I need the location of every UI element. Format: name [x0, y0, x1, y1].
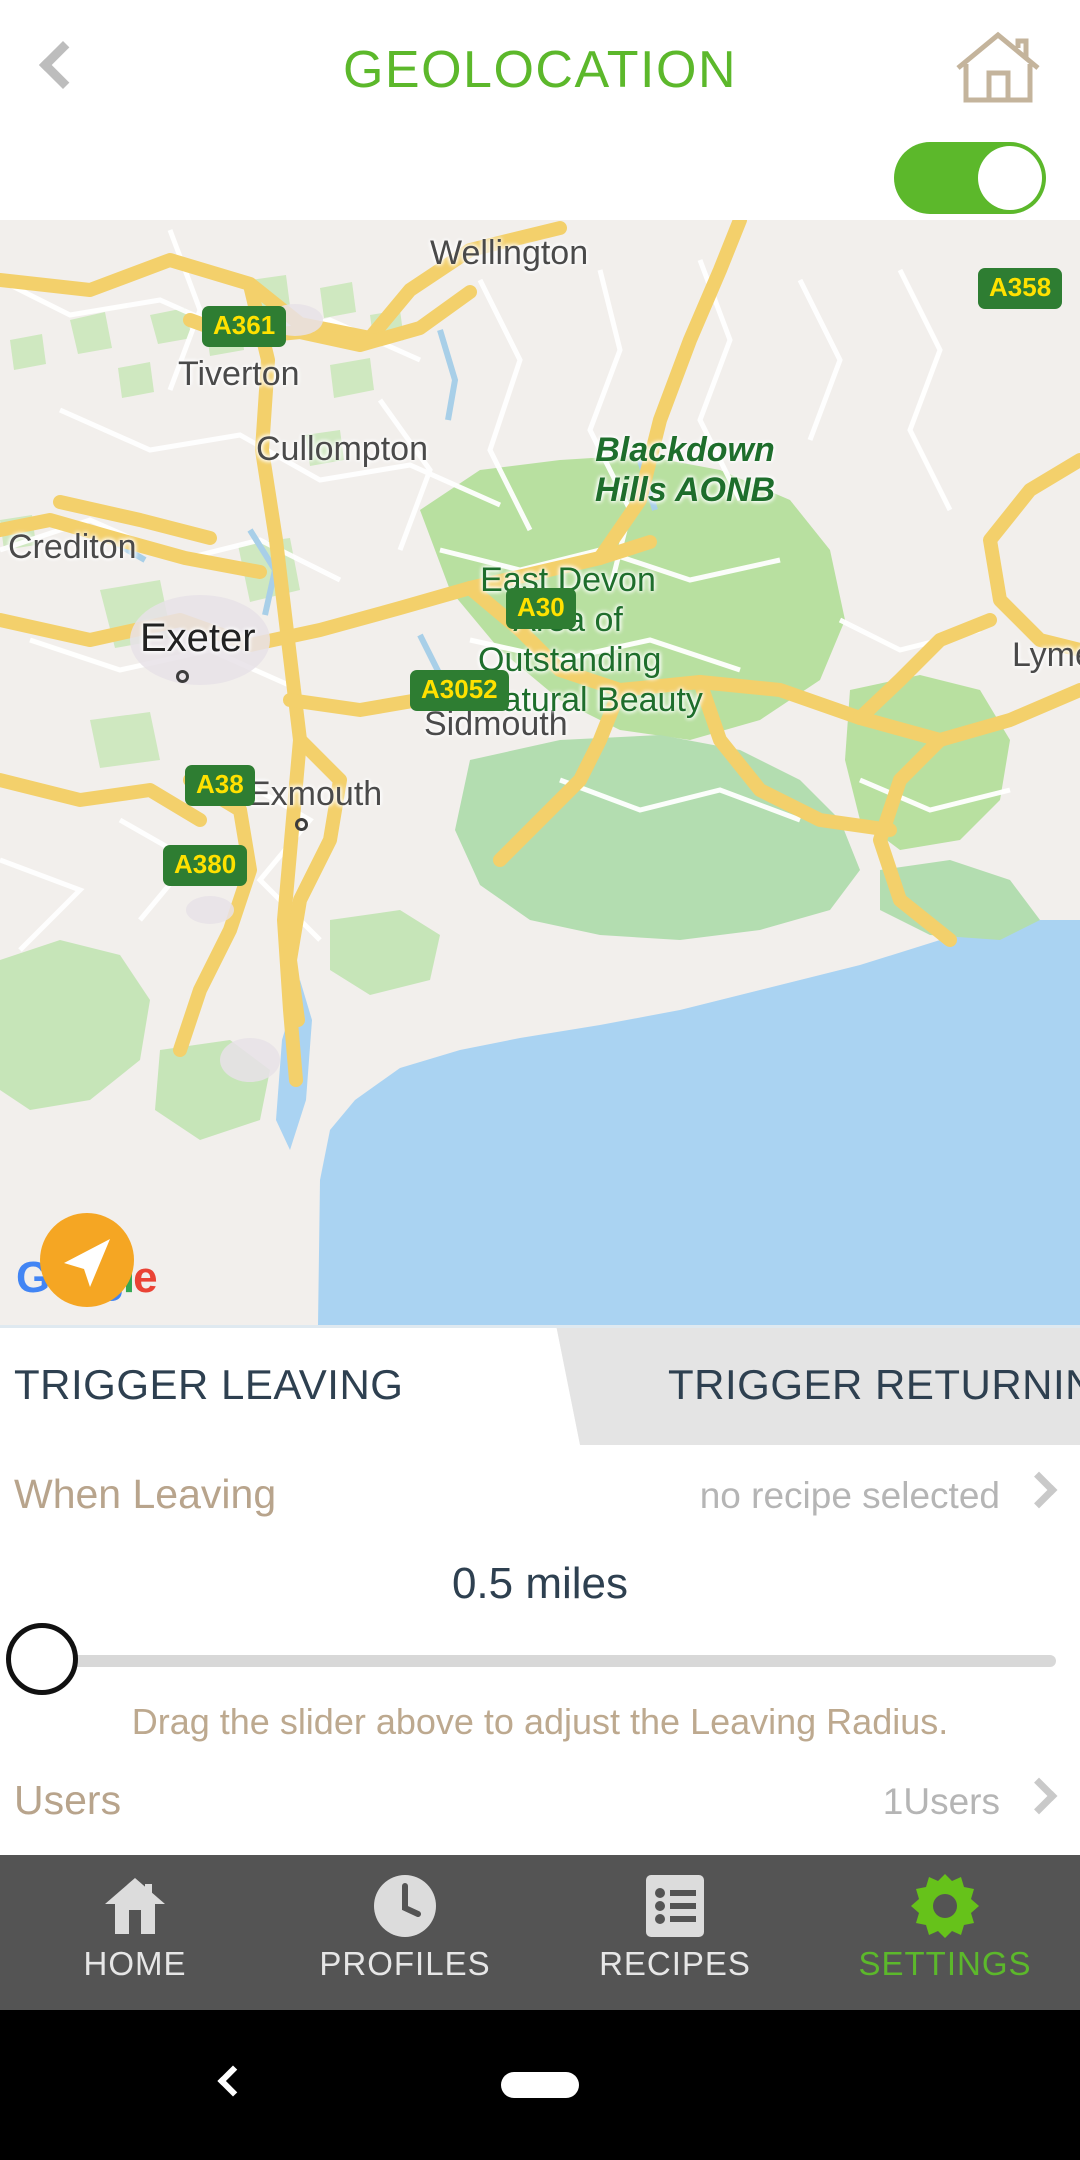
app-header: GEOLOCATION	[0, 0, 1080, 130]
tab-trigger-returning[interactable]: TRIGGER RETURNING	[668, 1361, 1080, 1409]
app-root: GEOLOCATION Wellington Tiverton Cullompt…	[0, 0, 1080, 2160]
map-canvas	[0, 220, 1080, 1325]
house-icon	[101, 1873, 169, 1939]
page-title: GEOLOCATION	[342, 41, 738, 99]
bottom-navigation: HOME PROFILES RECIPES SETTINGS	[0, 1855, 1080, 2010]
list-icon	[644, 1873, 706, 1939]
road-shield-a3052: A3052	[410, 670, 509, 711]
road-shield-a358: A358	[978, 268, 1063, 309]
nav-label-recipes: RECIPES	[599, 1945, 751, 1982]
nav-item-profiles[interactable]: PROFILES	[270, 1855, 540, 2010]
when-leaving-label: When Leaving	[14, 1471, 277, 1517]
map-view[interactable]: Wellington Tiverton Cullompton Crediton …	[0, 220, 1080, 1325]
tab-trigger-leaving[interactable]: TRIGGER LEAVING	[14, 1361, 403, 1409]
nav-label-profiles: PROFILES	[319, 1945, 491, 1982]
gear-icon	[911, 1873, 979, 1939]
clock-icon	[372, 1873, 438, 1939]
radius-slider[interactable]	[0, 1621, 1080, 1701]
radius-value: 0.5 miles	[451, 1559, 629, 1608]
trigger-tabs: TRIGGER LEAVING TRIGGER RETURNING	[0, 1325, 1080, 1445]
users-value: 1Users	[882, 1781, 1000, 1822]
locate-me-button[interactable]	[40, 1213, 134, 1307]
nav-item-recipes[interactable]: RECIPES	[540, 1855, 810, 2010]
slider-help-text: Drag the slider above to adjust the Leav…	[131, 1701, 949, 1742]
navigation-arrow-icon	[64, 1239, 110, 1287]
slider-track[interactable]	[18, 1655, 1056, 1667]
nav-label-settings: SETTINGS	[858, 1945, 1032, 1982]
system-navigation-bar	[0, 2010, 1080, 2160]
slider-thumb[interactable]	[6, 1623, 78, 1695]
nav-item-home[interactable]: HOME	[0, 1855, 270, 2010]
geolocation-toggle-row	[0, 130, 1080, 220]
nav-item-settings[interactable]: SETTINGS	[810, 1855, 1080, 2010]
map-city-dot-exeter	[176, 670, 189, 683]
toggle-knob	[978, 146, 1042, 210]
nav-label-home: HOME	[83, 1945, 187, 1982]
road-shield-a380: A380	[163, 845, 248, 886]
users-label: Users	[14, 1777, 122, 1823]
system-home-pill[interactable]	[501, 2072, 579, 2098]
chevron-right-icon	[1020, 1777, 1058, 1815]
when-leaving-value: no recipe selected	[699, 1475, 1000, 1516]
chevron-right-icon	[1020, 1471, 1058, 1509]
map-city-dot-exmouth	[295, 818, 308, 831]
house-icon[interactable]	[952, 28, 1044, 104]
row-when-leaving[interactable]: When Leaving no recipe selected	[0, 1445, 1080, 1543]
system-back-button[interactable]	[217, 2065, 249, 2097]
road-shield-a30: A30	[506, 588, 576, 629]
geolocation-toggle[interactable]	[894, 142, 1046, 214]
road-shield-a38: A38	[185, 765, 255, 806]
google-logo-e: e	[133, 1253, 158, 1302]
row-users[interactable]: Users 1Users	[0, 1751, 1080, 1849]
settings-panel: When Leaving no recipe selected 0.5 mile…	[0, 1445, 1080, 1850]
road-shield-a361: A361	[202, 306, 287, 347]
